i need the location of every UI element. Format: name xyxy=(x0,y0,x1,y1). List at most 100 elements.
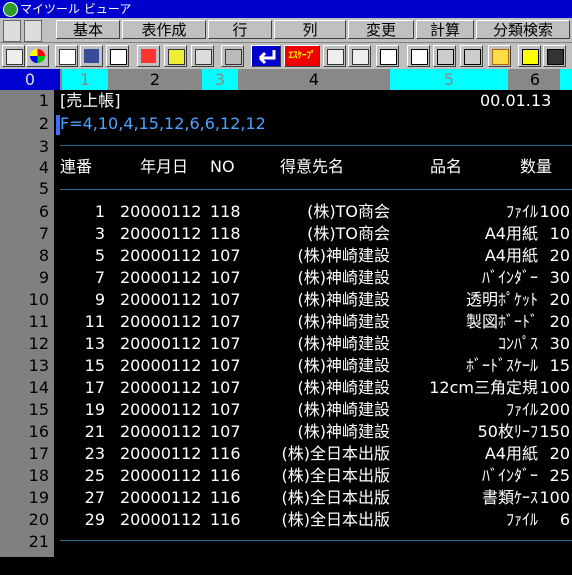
column-header-4[interactable]: 4 xyxy=(240,69,388,90)
insert-column-icon[interactable] xyxy=(407,45,430,67)
table-row[interactable]: 19 20000112 107 (株)神崎建設 ﾌｧｲﾙ 200 xyxy=(60,399,572,421)
row-number[interactable]: 21 xyxy=(9,531,49,553)
table-row[interactable]: 7 20000112 107 (株)神崎建設 ﾊﾞｲﾝﾀﾞｰ 30 xyxy=(60,267,572,289)
new-icon[interactable] xyxy=(137,45,160,67)
row-number[interactable]: 17 xyxy=(9,443,49,465)
pen-icon[interactable] xyxy=(323,45,346,67)
row-seq: 19 xyxy=(84,400,105,419)
row-seq: 27 xyxy=(84,488,105,507)
menu-change[interactable]: 変更 xyxy=(348,20,414,39)
list-icon[interactable] xyxy=(24,20,42,42)
erase-icon[interactable] xyxy=(348,45,371,67)
row-number[interactable]: 15 xyxy=(9,399,49,421)
row-seq: 21 xyxy=(84,422,105,441)
divider xyxy=(60,145,572,146)
table-row[interactable]: 5 20000112 107 (株)神崎建設 A4用紙 20 xyxy=(60,245,572,267)
menu-row[interactable]: 行 xyxy=(208,20,272,39)
printer-icon[interactable] xyxy=(221,45,244,67)
row-number[interactable]: 18 xyxy=(9,465,49,487)
row-number[interactable]: 4 xyxy=(9,157,49,179)
copy-icon[interactable] xyxy=(106,45,129,67)
table-row[interactable]: 25 20000112 116 (株)全日本出版 ﾊﾞｲﾝﾀﾞｰ 25 xyxy=(60,465,572,487)
header-customer: 得意先名 xyxy=(280,157,345,176)
window-icon[interactable] xyxy=(2,45,25,67)
row-seq: 1 xyxy=(94,202,105,221)
table-row[interactable]: 1 20000112 118 (株)TO商会 ﾌｧｲﾙ 100 xyxy=(60,201,572,223)
row-number[interactable]: 20 xyxy=(9,509,49,531)
app-icon[interactable] xyxy=(3,2,18,17)
window-title: マイツール ビューア xyxy=(20,2,132,16)
row-item: ﾌｧｲﾙ xyxy=(505,400,538,419)
header-no: NO xyxy=(210,157,235,176)
table-row[interactable]: 27 20000112 116 (株)全日本出版 書類ｹｰｽ 100 xyxy=(60,487,572,509)
print-preview-icon[interactable] xyxy=(191,45,214,67)
header-seq: 連番 xyxy=(60,157,93,176)
row-number[interactable]: 16 xyxy=(9,421,49,443)
row-customer: (株)神崎建設 xyxy=(297,356,391,375)
header-qty: 数量 xyxy=(520,157,553,176)
table-row[interactable]: 17 20000112 107 (株)神崎建設 12cm三角定規 100 xyxy=(60,377,572,399)
header-item: 品名 xyxy=(430,157,463,176)
grid-icon[interactable] xyxy=(3,20,21,42)
row-number[interactable]: 6 xyxy=(9,201,49,223)
row-number[interactable]: 8 xyxy=(9,245,49,267)
return-icon[interactable] xyxy=(251,45,281,67)
row-qty: 100 xyxy=(539,488,570,507)
column-header-5[interactable]: 5 xyxy=(390,69,508,90)
column-header-0[interactable]: 0 xyxy=(0,69,60,90)
row-number[interactable]: 7 xyxy=(9,223,49,245)
row-item: 製図ﾎﾞｰﾄﾞ xyxy=(465,312,538,331)
row-date: 20000112 xyxy=(120,400,202,419)
menu-classify-search[interactable]: 分類検索 xyxy=(476,20,570,39)
column-header-3[interactable]: 3 xyxy=(202,69,238,90)
row-number[interactable]: 10 xyxy=(9,289,49,311)
keyboard-icon[interactable] xyxy=(55,45,78,67)
menu-basic[interactable]: 基本 xyxy=(56,20,120,39)
row-item: ﾌｧｲﾙ xyxy=(505,202,538,221)
menu-column[interactable]: 列 xyxy=(274,20,346,39)
row-date: 20000112 xyxy=(120,202,202,221)
row-number[interactable]: 2 xyxy=(9,113,49,135)
format-line: F=4,10,4,15,12,6,6,12,12 xyxy=(60,114,266,133)
column-header-1[interactable]: 1 xyxy=(62,69,108,90)
table-row[interactable]: 29 20000112 116 (株)全日本出版 ﾌｧｲﾙ 6 xyxy=(60,509,572,531)
row-number[interactable]: 12 xyxy=(9,333,49,355)
table-row[interactable]: 9 20000112 107 (株)神崎建設 透明ﾎﾟｹｯﾄ 20 xyxy=(60,289,572,311)
row-number[interactable]: 22 xyxy=(9,553,49,575)
layout-icon[interactable] xyxy=(376,45,399,67)
table-row[interactable]: 15 20000112 107 (株)神崎建設 ﾎﾞｰﾄﾞｽｹｰﾙ 15 xyxy=(60,355,572,377)
table-row[interactable]: 23 20000112 116 (株)全日本出版 A4用紙 20 xyxy=(60,443,572,465)
menu-calc[interactable]: 計算 xyxy=(416,20,474,39)
row-number[interactable]: 3 xyxy=(9,136,49,158)
row-item: A4用紙 xyxy=(484,444,538,463)
column-header-2[interactable]: 2 xyxy=(110,69,200,90)
row-qty: 20 xyxy=(549,444,570,463)
row-qty: 25 xyxy=(549,466,570,485)
save-icon[interactable] xyxy=(80,45,103,67)
column-header-7[interactable] xyxy=(560,69,572,90)
menu-table-create[interactable]: 表作成 xyxy=(122,20,206,39)
folder-icon[interactable] xyxy=(164,45,187,67)
row-number[interactable]: 14 xyxy=(9,377,49,399)
row-number[interactable]: 5 xyxy=(9,178,49,200)
table-row[interactable]: 3 20000112 118 (株)TO商会 A4用紙 10 xyxy=(60,223,572,245)
monitor-icon[interactable] xyxy=(543,45,566,67)
draw-icon[interactable] xyxy=(433,45,456,67)
color-icon[interactable] xyxy=(26,45,49,67)
row-number[interactable]: 19 xyxy=(9,487,49,509)
row-number[interactable]: 13 xyxy=(9,355,49,377)
escape-button[interactable]: ｴｽｹｰﾌﾟ xyxy=(284,45,320,67)
row-number[interactable]: 9 xyxy=(9,267,49,289)
sound-icon[interactable] xyxy=(460,45,483,67)
row-number[interactable]: 1 xyxy=(9,90,49,112)
table-row[interactable]: 11 20000112 107 (株)神崎建設 製図ﾎﾞｰﾄﾞ 20 xyxy=(60,311,572,333)
row-number[interactable]: 11 xyxy=(9,311,49,333)
note-icon[interactable] xyxy=(518,45,541,67)
table-row[interactable]: 21 20000112 107 (株)神崎建設 50枚ﾘｰﾌ 150 xyxy=(60,421,572,443)
column-header-6[interactable]: 6 xyxy=(510,69,560,90)
row-item: 透明ﾎﾟｹｯﾄ xyxy=(465,290,538,309)
chart-icon[interactable] xyxy=(488,45,511,67)
table-row[interactable]: 13 20000112 107 (株)神崎建設 ｺﾝﾊﾟｽ 30 xyxy=(60,333,572,355)
row-qty: 100 xyxy=(539,378,570,397)
row-date: 20000112 xyxy=(120,378,202,397)
